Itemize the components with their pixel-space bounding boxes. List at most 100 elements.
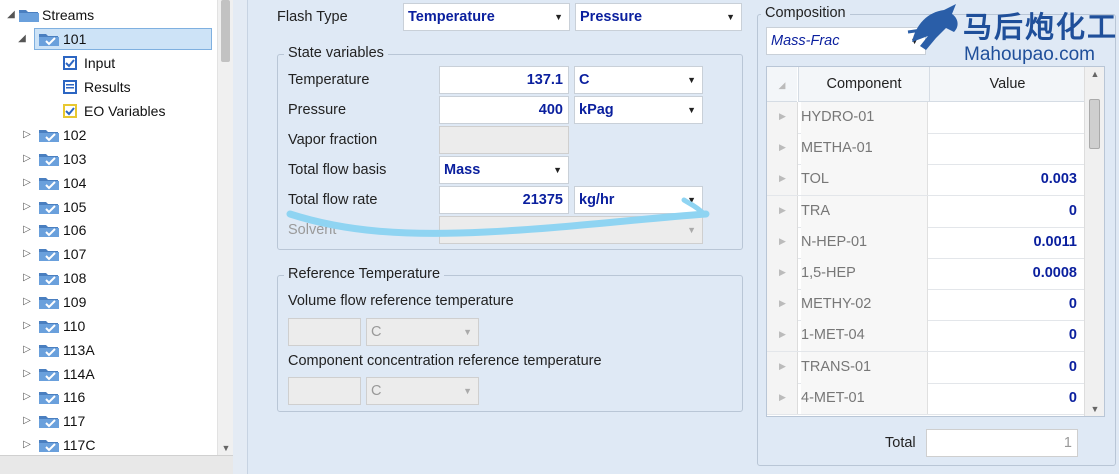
tree-node-stream[interactable]: ▷ 102 [0, 124, 215, 146]
tree-horizontal-scrollbar[interactable] [0, 455, 233, 474]
tree-node-stream[interactable]: ▷ 113A [0, 339, 215, 361]
component-value[interactable] [929, 102, 1077, 133]
column-header-component[interactable]: Component [798, 67, 929, 102]
pressure-input[interactable]: 400 [439, 96, 569, 124]
dropdown-arrow-icon[interactable]: ▼ [687, 67, 696, 93]
column-header-value[interactable]: Value [929, 67, 1085, 102]
component-value[interactable]: 0 [929, 289, 1077, 320]
row-selector[interactable]: ▶ [767, 351, 798, 383]
composition-row[interactable]: ▶ METHY-02 0 [767, 289, 1084, 322]
composition-row[interactable]: ▶ 1-MET-04 0 [767, 320, 1084, 353]
component-value[interactable]: 0 [929, 196, 1077, 227]
tree-node-streams[interactable]: ◢ Streams [0, 4, 215, 26]
composition-row[interactable]: ▶ N-HEP-01 0.0011 [767, 226, 1084, 259]
row-selector[interactable]: ▶ [767, 133, 798, 165]
composition-row[interactable]: ▶ 4-MET-01 0 [767, 382, 1084, 415]
dropdown-arrow-icon[interactable]: ▼ [687, 97, 696, 123]
component-value[interactable]: 0.0011 [929, 227, 1077, 258]
scroll-down-icon[interactable]: ▼ [218, 443, 233, 453]
total-flow-basis-label: Total flow basis [288, 162, 387, 178]
expand-arrow-icon[interactable]: ▷ [22, 172, 32, 194]
stream-tree[interactable]: ◢ Streams ◢ 101 Input Results EO Variabl… [0, 0, 234, 474]
component-name: TOL [801, 164, 928, 196]
row-selector[interactable]: ▶ [767, 289, 798, 321]
component-value[interactable]: 0.003 [929, 164, 1077, 195]
tree-node-stream[interactable]: ▷ 117C [0, 434, 215, 456]
scroll-up-icon[interactable]: ▲ [1085, 69, 1104, 79]
composition-row[interactable]: ▶ TRA 0 [767, 195, 1084, 228]
expand-arrow-icon[interactable]: ▷ [22, 267, 32, 289]
row-selector[interactable]: ▶ [767, 164, 798, 196]
composition-row[interactable]: ▶ HYDRO-01 [767, 102, 1084, 134]
tree-scrollbar[interactable]: ▼ [217, 0, 233, 455]
component-value[interactable] [929, 133, 1077, 164]
expand-arrow-icon[interactable]: ▷ [22, 363, 32, 385]
tree-node-101[interactable]: ◢ 101 [0, 28, 215, 50]
component-value[interactable]: 0.0008 [929, 258, 1077, 289]
tree-node-stream[interactable]: ▷ 106 [0, 219, 215, 241]
tree-node-stream[interactable]: ▷ 117 [0, 410, 215, 432]
dropdown-arrow-icon[interactable]: ▼ [726, 4, 735, 30]
flash-type-select-1[interactable]: Temperature ▼ [403, 3, 570, 31]
tree-node-stream[interactable]: ▷ 105 [0, 196, 215, 218]
composition-row[interactable]: ▶ TOL 0.003 [767, 164, 1084, 197]
tree-node-stream[interactable]: ▷ 109 [0, 291, 215, 313]
component-name: METHA-01 [801, 133, 928, 165]
composition-basis-select[interactable]: Mass-Frac ▼ [766, 27, 926, 55]
stream-folder-icon [39, 320, 59, 333]
expand-arrow-icon[interactable]: ▷ [22, 196, 32, 218]
stream-folder-icon [39, 201, 59, 214]
temperature-unit-select[interactable]: C ▼ [574, 66, 703, 94]
selection-highlight [34, 28, 212, 50]
tree-node-stream[interactable]: ▷ 116 [0, 386, 215, 408]
flash-type-select-2[interactable]: Pressure ▼ [575, 3, 742, 31]
tree-node-stream[interactable]: ▷ 103 [0, 148, 215, 170]
expand-arrow-icon[interactable]: ▷ [22, 339, 32, 361]
row-selector[interactable]: ▶ [767, 258, 798, 289]
row-selector[interactable]: ▶ [767, 382, 798, 414]
scroll-down-icon[interactable]: ▼ [1085, 404, 1104, 414]
expand-arrow-icon[interactable]: ▷ [22, 434, 32, 456]
tree-label-stream: 117C [63, 437, 96, 454]
row-selector[interactable]: ▶ [767, 195, 798, 227]
composition-row[interactable]: ▶ 1,5-HEP 0.0008 [767, 258, 1084, 290]
row-arrow-icon: ▶ [779, 298, 786, 309]
component-value[interactable]: 0 [929, 383, 1077, 414]
temperature-input[interactable]: 137.1 [439, 66, 569, 94]
row-selector[interactable]: ▶ [767, 320, 798, 352]
total-flow-basis-select[interactable]: Mass ▼ [439, 156, 569, 184]
collapse-arrow-icon[interactable]: ◢ [17, 28, 27, 50]
composition-row[interactable]: ▶ TRANS-01 0 [767, 351, 1084, 384]
expand-arrow-icon[interactable]: ▷ [22, 315, 32, 337]
dropdown-arrow-icon[interactable]: ▼ [553, 157, 562, 183]
pressure-unit-select[interactable]: kPag ▼ [574, 96, 703, 124]
folder-icon [19, 10, 39, 22]
collapse-arrow-icon[interactable]: ◢ [6, 4, 16, 26]
tree-node-eo-variables[interactable]: EO Variables [0, 100, 215, 122]
tree-node-stream[interactable]: ▷ 107 [0, 243, 215, 265]
tree-node-input[interactable]: Input [0, 52, 215, 74]
tree-node-stream[interactable]: ▷ 114A [0, 363, 215, 385]
row-selector[interactable]: ▶ [767, 226, 798, 258]
scroll-thumb[interactable] [221, 0, 230, 62]
expand-arrow-icon[interactable]: ▷ [22, 124, 32, 146]
tree-node-stream[interactable]: ▷ 108 [0, 267, 215, 289]
grid-scrollbar[interactable]: ▲ ▼ [1084, 67, 1104, 416]
expand-arrow-icon[interactable]: ▷ [22, 219, 32, 241]
scroll-thumb[interactable] [1089, 99, 1100, 149]
panel-splitter[interactable] [233, 0, 248, 474]
tree-node-results[interactable]: Results [0, 76, 215, 98]
component-value[interactable]: 0 [929, 352, 1077, 383]
tree-node-stream[interactable]: ▷ 104 [0, 172, 215, 194]
composition-row[interactable]: ▶ METHA-01 [767, 133, 1084, 166]
expand-arrow-icon[interactable]: ▷ [22, 148, 32, 170]
row-selector[interactable]: ▶ [767, 102, 798, 133]
component-value[interactable]: 0 [929, 320, 1077, 351]
tree-node-stream[interactable]: ▷ 110 [0, 315, 215, 337]
expand-arrow-icon[interactable]: ▷ [22, 386, 32, 408]
expand-arrow-icon[interactable]: ▷ [22, 410, 32, 432]
composition-grid[interactable]: ◢ Component Value ▶ HYDRO-01 ▶ METHA-01 ▶ TOL… [766, 66, 1105, 417]
expand-arrow-icon[interactable]: ▷ [22, 291, 32, 313]
expand-arrow-icon[interactable]: ▷ [22, 243, 32, 265]
dropdown-arrow-icon[interactable]: ▼ [554, 4, 563, 30]
